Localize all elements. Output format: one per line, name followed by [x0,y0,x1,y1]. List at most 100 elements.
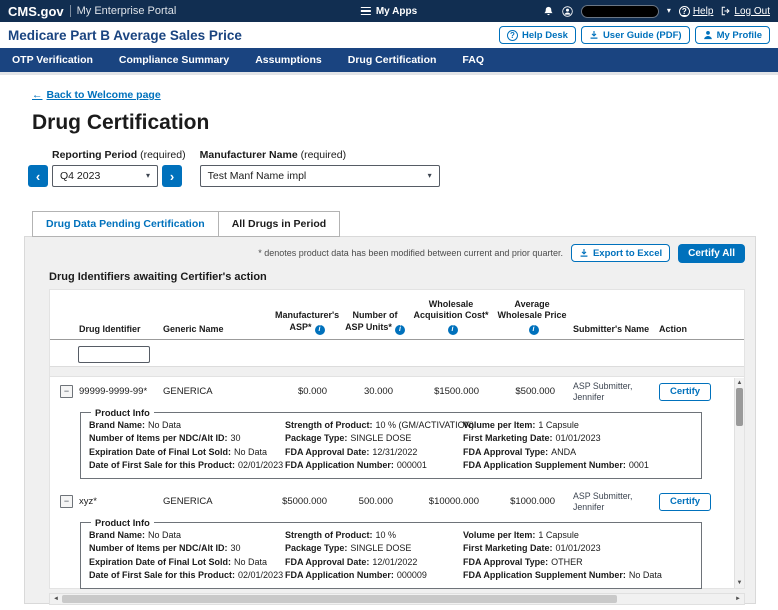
product-info-value: 1 Capsule [538,530,579,540]
menu-icon [361,7,371,16]
column-header-action: Action [656,324,736,335]
generic-name-cell: GENERICA [160,386,272,397]
cms-portal-screen: CMS.gov My Enterprise Portal My Apps ▾ ?… [0,0,778,610]
manufacturer-select[interactable]: Test Manf Name impl ▾ [200,165,440,187]
modified-data-note: * denotes product data has been modified… [258,248,563,258]
question-icon: ? [507,30,518,41]
product-info-label: Strength of Product: [285,530,373,540]
product-info-value: 1 Capsule [538,420,579,430]
back-to-welcome-link[interactable]: ← Back to Welcome page [32,89,161,101]
top-bar: CMS.gov My Enterprise Portal My Apps ▾ ?… [0,0,778,22]
nav-item-drug-certification[interactable]: Drug Certification [348,54,437,66]
download-icon [589,30,599,40]
vertical-scrollbar-thumb[interactable] [736,388,743,426]
help-desk-button[interactable]: ? Help Desk [499,26,576,44]
vertical-scrollbar-track[interactable] [735,426,744,578]
product-info-value: 01/01/2023 [556,543,601,553]
drug-tabs: Drug Data Pending Certification All Drug… [32,211,778,236]
product-info-label: FDA Approval Date: [285,557,369,567]
export-label: Export to Excel [593,248,662,259]
awp-cell: $1000.000 [494,496,570,507]
table-row: − xyz* GENERICA $5000.000 500.000 $10000… [50,487,744,515]
my-apps-menu[interactable]: My Apps [361,6,417,17]
product-info-label: FDA Application Supplement Number: [463,570,626,580]
chevron-down-icon: ▾ [428,172,432,180]
certify-button[interactable]: Certify [659,383,711,401]
product-info-label: Package Type: [285,433,347,443]
nav-item-assumptions[interactable]: Assumptions [255,54,322,66]
reporting-period-select[interactable]: Q4 2023 ▾ [52,165,158,187]
wac-cell: $1500.000 [408,386,494,397]
portal-title: My Enterprise Portal [77,5,177,17]
product-info-column: Strength of Product:10 % Package Type:SI… [285,529,463,583]
product-info-value: 10 % [376,530,397,540]
collapse-row-button[interactable]: − [60,385,73,398]
generic-name-cell: GENERICA [160,496,272,507]
certify-button[interactable]: Certify [659,493,711,511]
product-info-label: Expiration Date of Final Lot Sold: [89,447,231,457]
scroll-up-button[interactable]: ▲ [735,378,744,388]
previous-period-button[interactable]: ‹ [28,165,48,187]
info-icon[interactable]: i [448,325,458,335]
user-name-redacted[interactable] [581,5,659,18]
user-guide-label: User Guide (PDF) [603,30,682,41]
header-text: Manufacturer's ASP* [275,310,339,331]
product-info-value: 12/31/2022 [372,447,417,457]
reporting-period-field: Reporting Period (required) ‹ Q4 2023 ▾ … [28,149,186,187]
tab-all-drugs[interactable]: All Drugs in Period [219,211,341,237]
column-header-asp-units: Number of ASP Units*i [342,310,408,335]
vertical-scrollbar[interactable]: ▲ ▼ [734,378,744,588]
submitter-name-cell: ASP Submitter, Jennifer [570,491,656,513]
certify-all-button[interactable]: Certify All [678,244,745,263]
my-apps-label: My Apps [376,6,417,17]
app-title: Medicare Part B Average Sales Price [8,28,242,43]
nav-item-otp-verification[interactable]: OTP Verification [12,54,93,66]
column-header-submitters-name: Submitter's Name [570,324,656,335]
export-to-excel-button[interactable]: Export to Excel [571,244,670,262]
table-gap-strip [50,367,744,377]
product-info-value: 02/01/2023 [238,460,283,470]
asp-cell: $0.000 [272,386,342,397]
main-nav: OTP Verification Compliance Summary Assu… [0,48,778,75]
top-bar-right: ▾ ? Help Log Out [543,5,770,18]
product-info-value: SINGLE DOSE [350,543,411,553]
user-menu-chevron-down-icon[interactable]: ▾ [667,7,671,15]
product-info-grid: Brand Name:No Data Number of Items per N… [89,529,693,583]
nav-item-compliance-summary[interactable]: Compliance Summary [119,54,229,66]
product-info-label: First Marketing Date: [463,543,553,553]
drug-identifier-cell: 99999-9999-99* [76,386,160,397]
bell-icon[interactable] [543,6,554,17]
info-icon[interactable]: i [315,325,325,335]
user-guide-button[interactable]: User Guide (PDF) [581,26,690,44]
drug-identifier-filter-input[interactable] [78,346,150,363]
product-info-label: First Marketing Date: [463,433,553,443]
help-link[interactable]: ? Help [679,6,714,17]
pending-certification-panel: * denotes product data has been modified… [24,236,756,604]
column-header-average-wholesale-price: Average Wholesale Pricei [494,299,570,335]
filters-form: Reporting Period (required) ‹ Q4 2023 ▾ … [28,149,778,187]
tab-pending-certification[interactable]: Drug Data Pending Certification [32,211,219,237]
info-icon[interactable]: i [395,325,405,335]
chevron-down-icon: ▾ [146,172,150,180]
collapse-row-button[interactable]: − [60,495,73,508]
product-info-value: 30 [231,433,241,443]
product-info-grid: Brand Name:No Data Number of Items per N… [89,419,693,473]
next-period-button[interactable]: › [162,165,182,187]
scroll-down-button[interactable]: ▼ [735,578,744,588]
product-info-value: 12/01/2022 [372,557,417,567]
product-info-value: 30 [231,543,241,553]
logout-link[interactable]: Log Out [721,6,770,17]
product-info-legend: Product Info [91,408,154,418]
person-icon [703,30,713,40]
my-profile-button[interactable]: My Profile [695,26,770,44]
product-info-label: FDA Approval Date: [285,447,369,457]
nav-item-faq[interactable]: FAQ [462,54,484,66]
product-info-label: FDA Application Number: [285,570,394,580]
help-label: Help [693,6,714,17]
info-icon[interactable]: i [529,325,539,335]
header-text: Number of ASP Units* [345,310,397,331]
manufacturer-field: Manufacturer Name (required) Test Manf N… [200,149,440,187]
product-info-value: OTHER [551,557,583,567]
page-content: ← Back to Welcome page Drug Certificatio… [0,75,778,187]
product-info-label: Date of First Sale for this Product: [89,460,235,470]
